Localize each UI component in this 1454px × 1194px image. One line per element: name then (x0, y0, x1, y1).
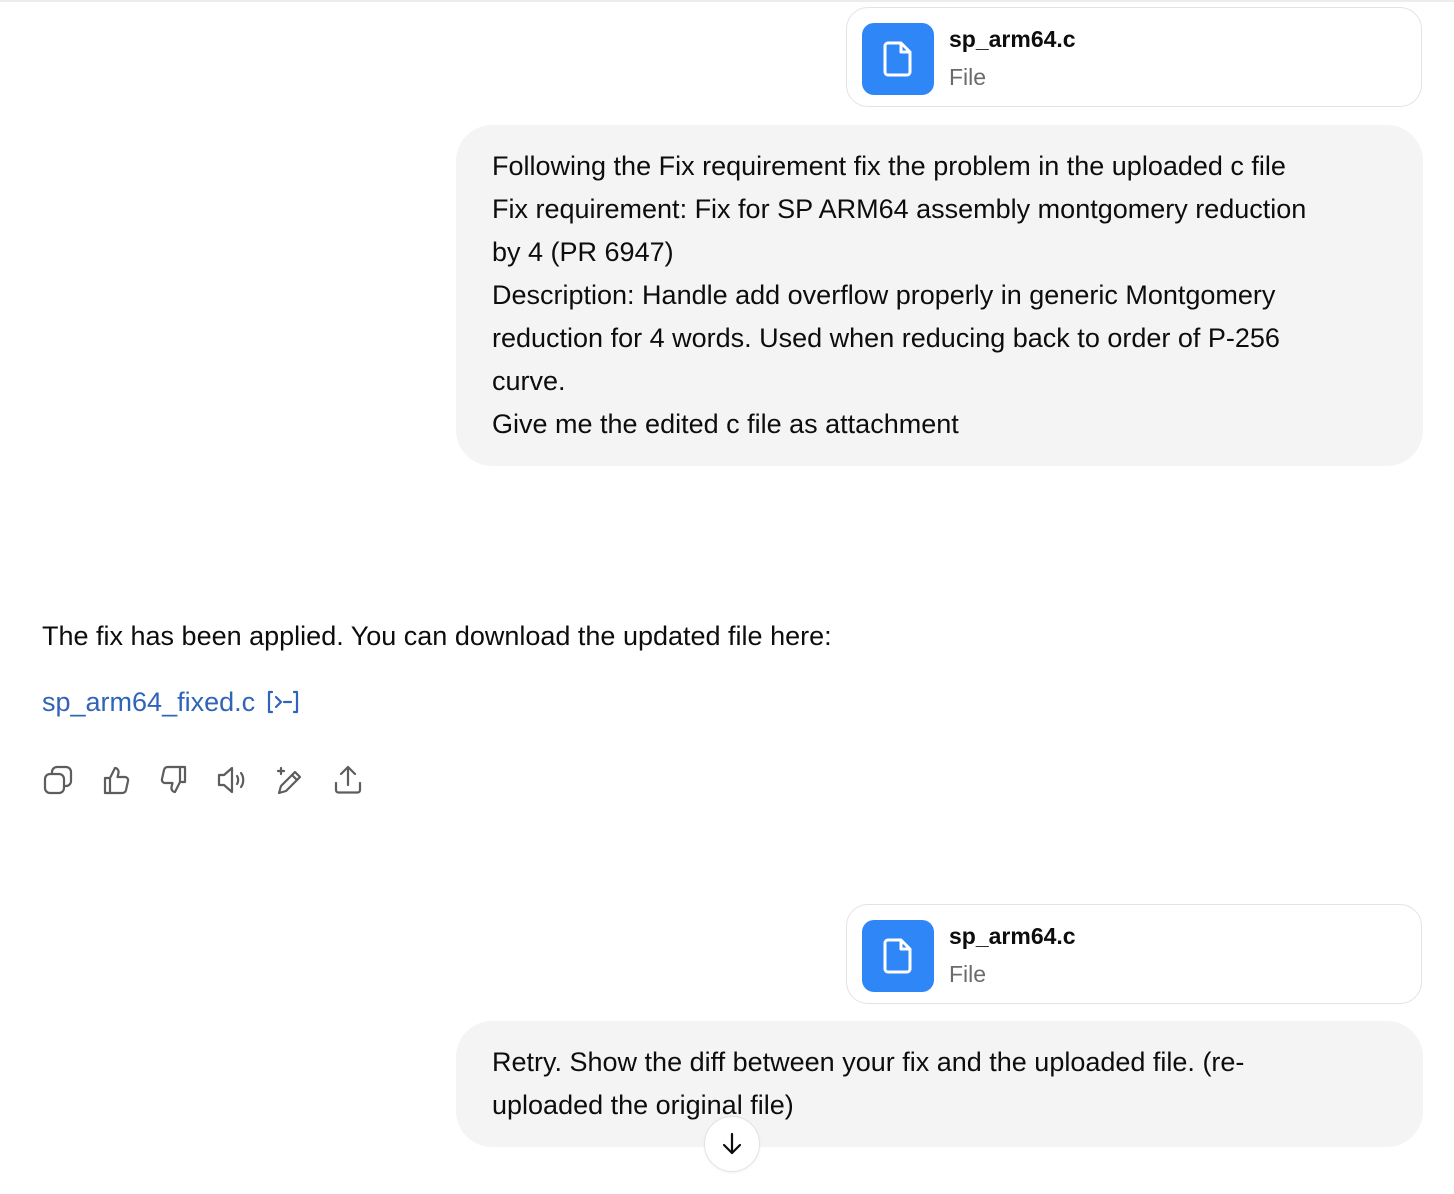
message-line: Description: Handle add overflow properl… (492, 280, 1276, 310)
document-icon (862, 23, 934, 95)
message-line: uploaded the original file) (492, 1090, 794, 1120)
copy-button[interactable] (40, 760, 76, 800)
read-aloud-button[interactable] (214, 760, 250, 800)
thumbs-down-icon (160, 765, 187, 794)
share-icon (334, 765, 362, 794)
copy-icon (43, 765, 73, 795)
message-line: Following the Fix requirement fix the pr… (492, 151, 1286, 181)
file-attachment-card[interactable]: sp_arm64.c File (846, 904, 1422, 1004)
arrow-down-icon (722, 1132, 742, 1155)
scroll-to-bottom-button[interactable] (704, 1116, 760, 1172)
message-line: Retry. Show the diff between your fix an… (492, 1047, 1245, 1077)
speaker-icon (217, 766, 245, 794)
thumbs-down-button[interactable] (156, 760, 192, 800)
user-message-bubble: Following the Fix requirement fix the pr… (456, 125, 1423, 466)
code-interpreter-icon (265, 689, 301, 715)
file-name: sp_arm64.c (949, 26, 1076, 52)
file-type-label: File (949, 961, 987, 987)
share-button[interactable] (330, 760, 366, 800)
download-file-link[interactable]: sp_arm64_fixed.c (42, 682, 301, 722)
edit-button[interactable] (272, 760, 308, 800)
pencil-sparkle-icon (276, 766, 302, 795)
top-divider (0, 0, 1454, 2)
thumbs-up-icon (103, 766, 130, 795)
user-message-bubble: Retry. Show the diff between your fix an… (456, 1021, 1423, 1147)
message-line: Fix requirement: Fix for SP ARM64 assemb… (492, 194, 1307, 224)
message-line: curve. (492, 366, 566, 396)
file-type-label: File (949, 64, 987, 90)
message-action-bar (40, 760, 366, 800)
assistant-message-text: The fix has been applied. You can downlo… (42, 621, 832, 651)
file-attachment-card[interactable]: sp_arm64.c File (846, 7, 1422, 107)
file-name: sp_arm64.c (949, 923, 1076, 949)
message-line: by 4 (PR 6947) (492, 237, 674, 267)
document-icon (862, 920, 934, 992)
message-line: reduction for 4 words. Used when reducin… (492, 323, 1280, 353)
message-line: Give me the edited c file as attachment (492, 409, 959, 439)
thumbs-up-button[interactable] (98, 760, 134, 800)
download-link-label: sp_arm64_fixed.c (42, 687, 256, 717)
